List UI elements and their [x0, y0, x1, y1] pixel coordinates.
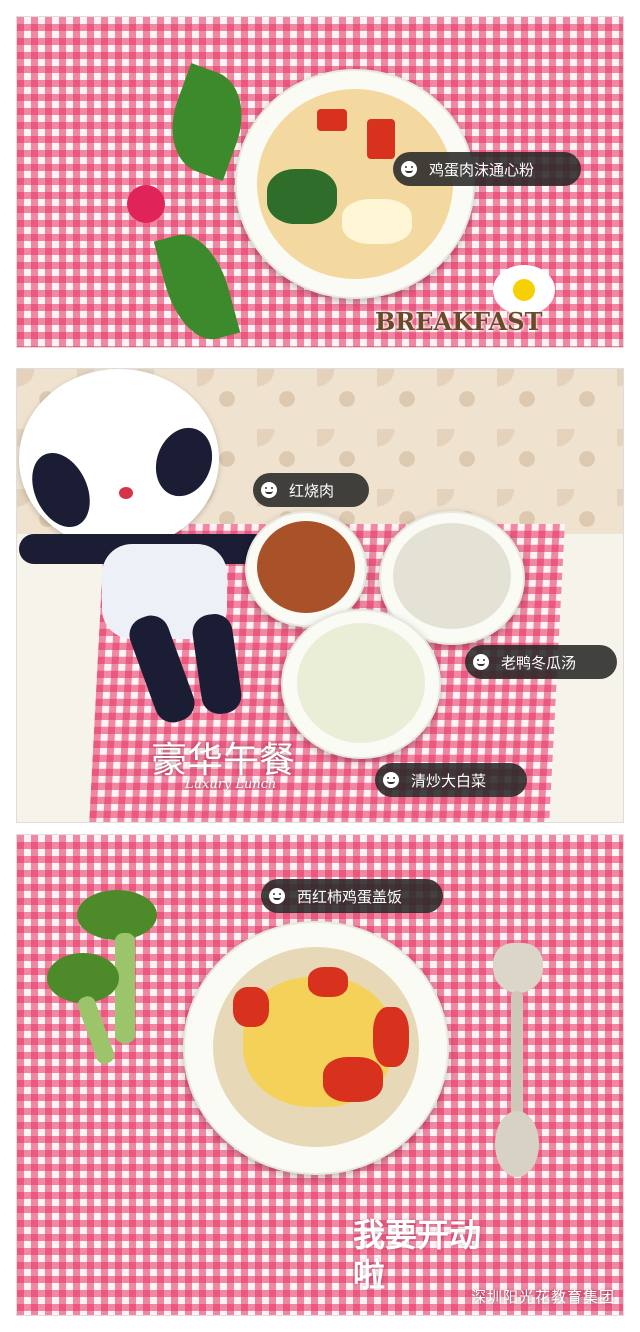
- breakfast-banner: BREAKFAST: [375, 307, 543, 336]
- smile-face-icon: [383, 772, 399, 788]
- lunch-subtitle: Luxury Lunch: [185, 777, 277, 792]
- dish-label-text: 红烧肉: [289, 481, 335, 500]
- smile-face-icon: [269, 888, 285, 904]
- lunch-title: 豪华午餐: [151, 740, 296, 781]
- leaf-decoration: [153, 226, 241, 347]
- dish-label-text: 老鸭冬瓜汤: [501, 653, 577, 672]
- dish-label-tag: 老鸭冬瓜汤: [465, 645, 617, 679]
- dish-label-tag: 红烧肉: [253, 473, 369, 507]
- footer-watermark: 深圳阳光花教育集团: [470, 1288, 615, 1306]
- dish-label-tag: 鸡蛋肉沫通心粉: [393, 152, 581, 186]
- dish-label-text: 清炒大白菜: [411, 771, 487, 790]
- smile-face-icon: [401, 161, 417, 177]
- handwritten-caption: 我要开动啦: [353, 1216, 482, 1294]
- smile-face-icon: [261, 482, 277, 498]
- dish-label-tag: 清炒大白菜: [375, 763, 527, 797]
- breakfast-photo: 鸡蛋肉沫通心粉 BREAKFAST: [16, 16, 624, 348]
- flower-decoration: [127, 185, 165, 223]
- dish-label-text: 西红柿鸡蛋盖饭: [297, 887, 403, 906]
- cabbage-bowl: [281, 609, 441, 759]
- smile-face-icon: [473, 654, 489, 670]
- rice-bowl: [183, 921, 449, 1175]
- lunch-photo: 红烧肉 老鸭冬瓜汤 清炒大白菜 豪华午餐 Luxury Lunch: [16, 368, 624, 823]
- dinner-photo: 西红柿鸡蛋盖饭 我要开动啦 深圳阳光花教育集团: [16, 834, 624, 1316]
- dish-label-text: 鸡蛋肉沫通心粉: [429, 160, 535, 179]
- dish-label-tag: 西红柿鸡蛋盖饭: [261, 879, 443, 913]
